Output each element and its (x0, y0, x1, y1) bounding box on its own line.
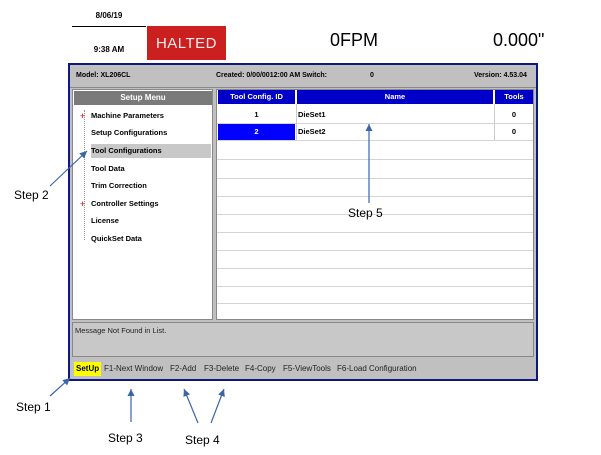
step-4-arrow-add (183, 388, 199, 424)
annotation-arrows (49, 123, 373, 424)
step-4-arrow-delete (210, 388, 225, 424)
step-2-arrow (49, 150, 88, 187)
step-1-arrow (49, 377, 71, 397)
